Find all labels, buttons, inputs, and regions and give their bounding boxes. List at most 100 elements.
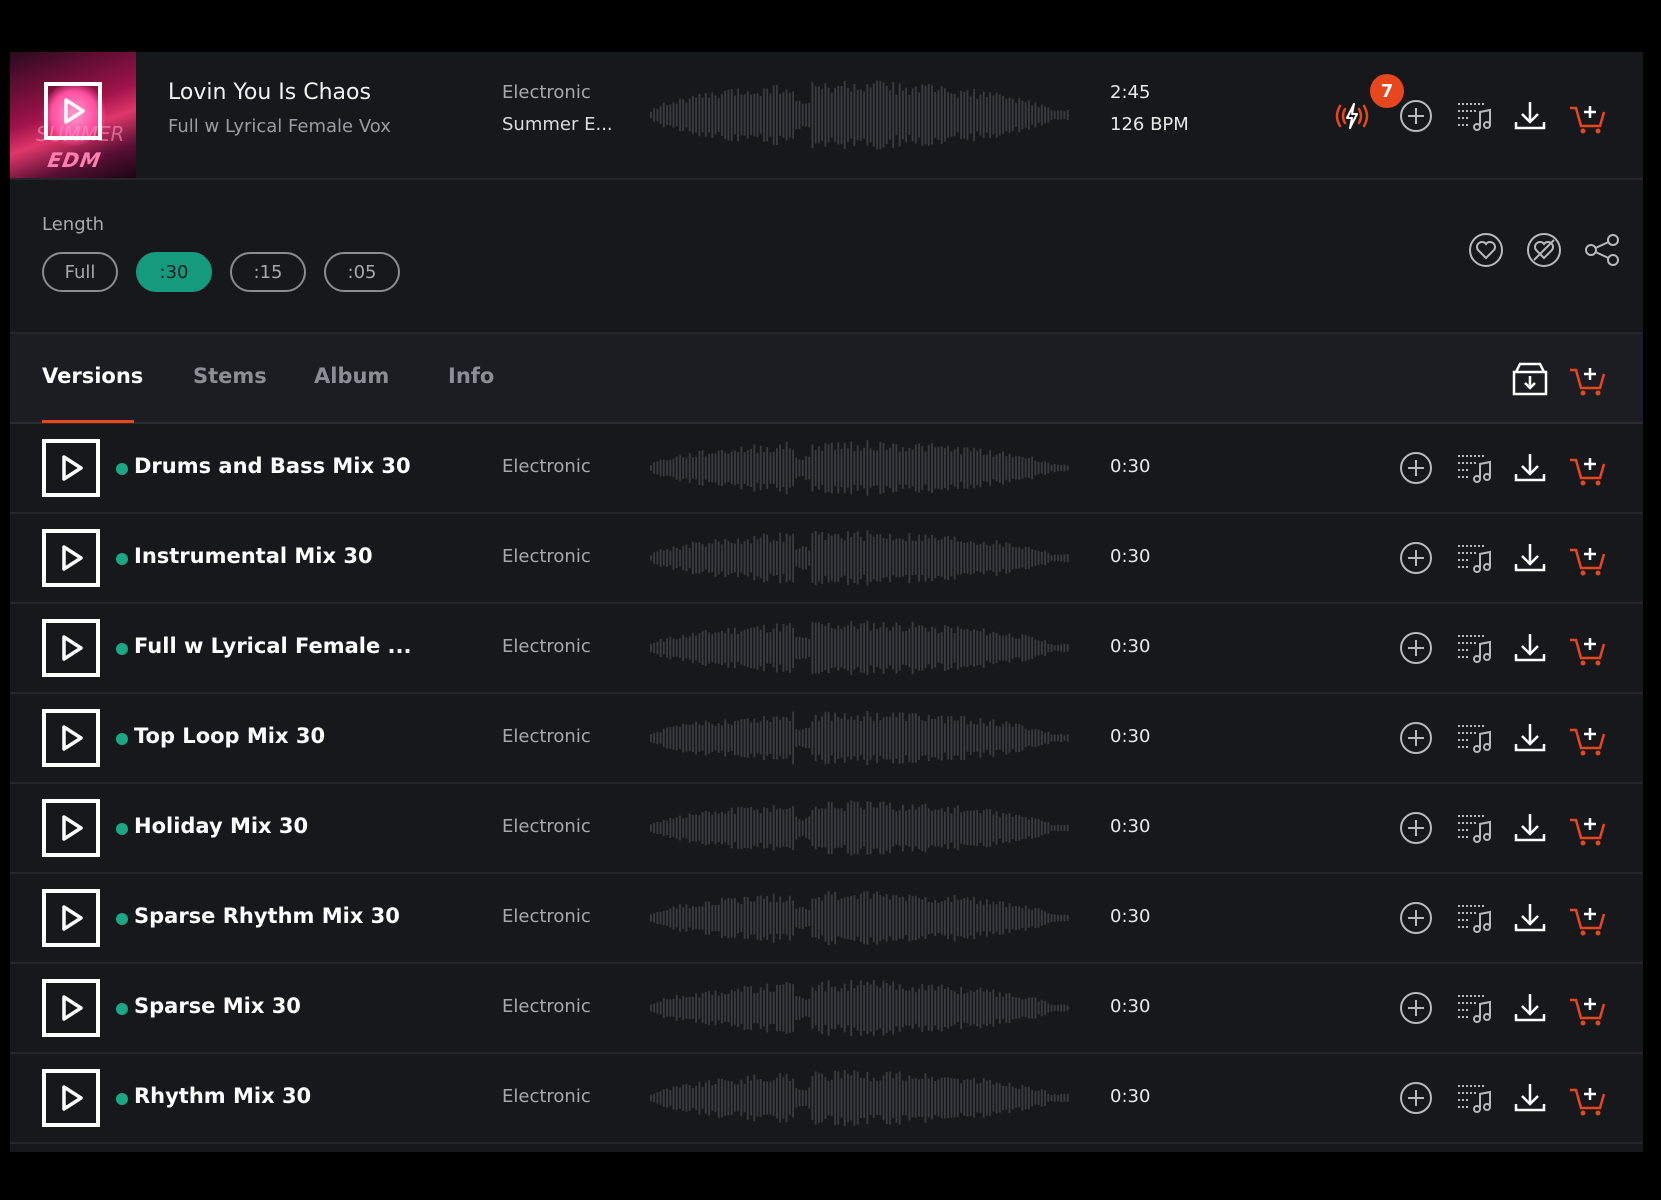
length-option-15[interactable]: :15 bbox=[230, 252, 306, 292]
version-name[interactable]: Full w Lyrical Female ... bbox=[134, 634, 411, 658]
add-to-project-button[interactable] bbox=[1396, 988, 1436, 1028]
download-button[interactable] bbox=[1510, 718, 1550, 758]
version-name[interactable]: Instrumental Mix 30 bbox=[134, 544, 373, 568]
add-to-cart-button[interactable] bbox=[1568, 628, 1608, 668]
table-row[interactable]: Drums and Bass Mix 30 Electronic 0:30 bbox=[10, 424, 1643, 514]
version-genre[interactable]: Electronic bbox=[502, 546, 591, 567]
version-play-button[interactable] bbox=[42, 889, 100, 947]
add-to-playlist-button[interactable] bbox=[1454, 628, 1494, 668]
tab-album[interactable]: Album bbox=[314, 364, 389, 388]
download-button[interactable] bbox=[1510, 988, 1550, 1028]
table-row[interactable]: Top Loop Mix 30 Electronic 0:30 bbox=[10, 694, 1643, 784]
version-waveform[interactable] bbox=[650, 978, 1070, 1038]
version-genre[interactable]: Electronic bbox=[502, 996, 591, 1017]
version-play-button[interactable] bbox=[42, 439, 100, 497]
add-to-project-button[interactable] bbox=[1396, 448, 1436, 488]
add-to-playlist-button[interactable] bbox=[1454, 808, 1494, 848]
track-genre[interactable]: Electronic bbox=[502, 82, 591, 103]
version-waveform[interactable] bbox=[650, 888, 1070, 948]
version-genre[interactable]: Electronic bbox=[502, 816, 591, 837]
add-to-playlist-button[interactable] bbox=[1454, 898, 1494, 938]
version-name[interactable]: Sparse Rhythm Mix 30 bbox=[134, 904, 400, 928]
version-play-button[interactable] bbox=[42, 979, 100, 1037]
version-genre[interactable]: Electronic bbox=[502, 456, 591, 477]
version-play-button[interactable] bbox=[42, 529, 100, 587]
download-button[interactable] bbox=[1510, 628, 1550, 668]
length-option-full[interactable]: Full bbox=[42, 252, 118, 292]
version-waveform[interactable] bbox=[650, 618, 1070, 678]
version-waveform[interactable] bbox=[650, 528, 1070, 588]
download-button[interactable] bbox=[1510, 538, 1550, 578]
main-play-button[interactable] bbox=[44, 82, 102, 140]
table-row[interactable]: Instrumental Mix 30 Electronic 0:30 bbox=[10, 514, 1643, 604]
add-to-project-button[interactable] bbox=[1396, 628, 1436, 668]
version-name[interactable]: Holiday Mix 30 bbox=[134, 814, 308, 838]
add-to-project-button[interactable] bbox=[1396, 96, 1436, 136]
add-to-cart-button[interactable] bbox=[1568, 808, 1608, 848]
version-waveform[interactable] bbox=[650, 1068, 1070, 1128]
download-button[interactable] bbox=[1510, 808, 1550, 848]
tab-info[interactable]: Info bbox=[448, 364, 494, 388]
version-waveform[interactable] bbox=[650, 798, 1070, 858]
version-name[interactable]: Sparse Mix 30 bbox=[134, 994, 301, 1018]
length-option-30[interactable]: :30 bbox=[136, 252, 212, 292]
version-play-button[interactable] bbox=[42, 619, 100, 677]
version-waveform[interactable] bbox=[650, 438, 1070, 498]
share-button[interactable] bbox=[1582, 230, 1622, 270]
add-to-playlist-button[interactable] bbox=[1454, 96, 1494, 136]
add-to-playlist-button[interactable] bbox=[1454, 718, 1494, 758]
download-all-button[interactable] bbox=[1510, 358, 1550, 398]
table-row[interactable]: Sparse Mix 30 Electronic 0:30 bbox=[10, 964, 1643, 1054]
download-button[interactable] bbox=[1510, 96, 1550, 136]
track-album[interactable]: Summer E... bbox=[502, 114, 613, 135]
version-status-dot bbox=[116, 913, 128, 925]
add-to-project-button[interactable] bbox=[1396, 898, 1436, 938]
download-button[interactable] bbox=[1510, 898, 1550, 938]
add-to-playlist-button[interactable] bbox=[1454, 1078, 1494, 1118]
add-to-playlist-button[interactable] bbox=[1454, 988, 1494, 1028]
instant-license-button[interactable] bbox=[1332, 96, 1372, 136]
version-play-button[interactable] bbox=[42, 799, 100, 857]
table-row[interactable]: Holiday Mix 30 Electronic 0:30 bbox=[10, 784, 1643, 874]
add-to-project-button[interactable] bbox=[1396, 538, 1436, 578]
add-to-cart-button[interactable] bbox=[1568, 1078, 1608, 1118]
add-to-cart-button[interactable] bbox=[1568, 718, 1608, 758]
version-name[interactable]: Drums and Bass Mix 30 bbox=[134, 454, 411, 478]
add-all-to-cart-button[interactable] bbox=[1568, 358, 1608, 398]
add-to-cart-button[interactable] bbox=[1568, 96, 1608, 136]
version-name[interactable]: Rhythm Mix 30 bbox=[134, 1084, 311, 1108]
tab-stems[interactable]: Stems bbox=[193, 364, 267, 388]
version-genre[interactable]: Electronic bbox=[502, 1086, 591, 1107]
length-option-05[interactable]: :05 bbox=[324, 252, 400, 292]
play-icon bbox=[62, 725, 83, 751]
favorite-button[interactable] bbox=[1466, 230, 1506, 270]
add-to-cart-button[interactable] bbox=[1568, 898, 1608, 938]
version-play-button[interactable] bbox=[42, 1069, 100, 1127]
version-waveform[interactable] bbox=[650, 708, 1070, 768]
add-to-cart-button[interactable] bbox=[1568, 448, 1608, 488]
add-to-project-button[interactable] bbox=[1396, 718, 1436, 758]
download-button[interactable] bbox=[1510, 448, 1550, 488]
track-waveform[interactable] bbox=[650, 78, 1070, 152]
album-cover[interactable]: SUMMER EDM bbox=[10, 52, 136, 178]
add-to-playlist-button[interactable] bbox=[1454, 538, 1494, 578]
table-row[interactable]: Rhythm Mix 30 Electronic 0:30 bbox=[10, 1054, 1643, 1144]
add-to-project-button[interactable] bbox=[1396, 808, 1436, 848]
table-row[interactable]: Full w Lyrical Female ... Electronic 0:30 bbox=[10, 604, 1643, 694]
similar-tracks-button[interactable] bbox=[1524, 230, 1564, 270]
version-name[interactable]: Top Loop Mix 30 bbox=[134, 724, 325, 748]
add-icon bbox=[1400, 992, 1432, 1024]
version-genre[interactable]: Electronic bbox=[502, 726, 591, 747]
add-to-cart-button[interactable] bbox=[1568, 988, 1608, 1028]
version-play-button[interactable] bbox=[42, 709, 100, 767]
table-row[interactable]: Sparse Rhythm Mix 30 Electronic 0:30 bbox=[10, 874, 1643, 964]
cart-icon bbox=[1570, 548, 1606, 576]
add-to-playlist-button[interactable] bbox=[1454, 448, 1494, 488]
add-to-project-button[interactable] bbox=[1396, 1078, 1436, 1118]
add-to-cart-button[interactable] bbox=[1568, 538, 1608, 578]
version-genre[interactable]: Electronic bbox=[502, 906, 591, 927]
version-genre[interactable]: Electronic bbox=[502, 636, 591, 657]
tab-versions[interactable]: Versions bbox=[42, 364, 143, 388]
track-title[interactable]: Lovin You Is Chaos bbox=[168, 80, 371, 105]
download-button[interactable] bbox=[1510, 1078, 1550, 1118]
